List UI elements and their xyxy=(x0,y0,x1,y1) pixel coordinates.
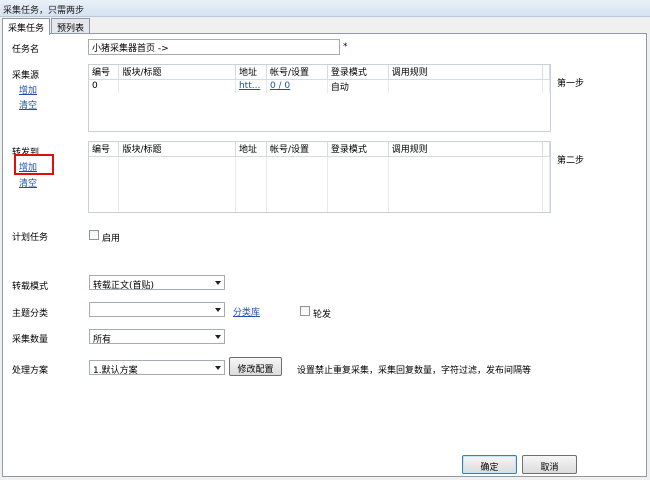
source-clear-link[interactable]: 清空 xyxy=(19,98,37,111)
schedule-enable-label: 启用 xyxy=(102,234,121,244)
chevron-down-icon xyxy=(215,335,221,339)
window-title: 采集任务，只需两步 xyxy=(0,0,650,17)
rotate-post-label: 轮发 xyxy=(313,310,332,320)
schedule-label: 计划任务 xyxy=(12,233,49,243)
repost-mode-select[interactable]: 转载正文(首贴) xyxy=(89,275,225,291)
col-address: 地址 xyxy=(235,142,267,157)
row-board-title xyxy=(118,79,236,93)
task-name-label: 任务名 xyxy=(12,45,40,55)
repost-mode-value: 转载正文(首贴) xyxy=(93,281,155,291)
processing-description: 设置禁止重复采集，采集回复数量，字符过滤，发布间隔等 xyxy=(297,366,532,376)
col-account-settings: 帐号/设置 xyxy=(266,65,328,80)
col-filler xyxy=(542,65,550,80)
repost-add-link[interactable]: 增加 xyxy=(19,160,37,173)
repost-grid-header: 编号 版块/标题 地址 帐号/设置 登录模式 调用规则 xyxy=(89,142,550,157)
task-name-input[interactable] xyxy=(88,39,340,55)
col-account-settings: 帐号/设置 xyxy=(266,142,328,157)
col-address: 地址 xyxy=(235,65,267,80)
col-login-mode: 登录模式 xyxy=(327,142,389,157)
source-label: 采集源 xyxy=(12,71,40,81)
source-add-link[interactable]: 增加 xyxy=(19,83,37,96)
step-one-label: 第一步 xyxy=(557,79,585,89)
col-board-title: 版块/标题 xyxy=(118,65,236,80)
rotate-post-checkbox[interactable] xyxy=(300,306,310,316)
tab-pre-list[interactable]: 预列表 xyxy=(51,18,91,34)
row-id: 0 xyxy=(89,79,120,93)
modify-config-button[interactable]: 修改配置 xyxy=(229,357,282,376)
topic-category-label: 主题分类 xyxy=(12,309,49,319)
col-id: 编号 xyxy=(89,142,120,157)
repost-mode-label: 转载模式 xyxy=(12,282,49,292)
source-grid: 编号 版块/标题 地址 帐号/设置 登录模式 调用规则 0 htt... 0 /… xyxy=(88,64,551,132)
source-grid-header: 编号 版块/标题 地址 帐号/设置 登录模式 调用规则 xyxy=(89,65,550,80)
category-library-link[interactable]: 分类库 xyxy=(233,305,260,318)
processing-label: 处理方案 xyxy=(12,366,49,376)
col-filler xyxy=(542,142,550,157)
tab-bar: 采集任务 预列表 xyxy=(2,18,91,35)
col-board-title: 版块/标题 xyxy=(118,142,236,157)
repost-clear-link[interactable]: 清空 xyxy=(19,176,37,189)
collect-count-select[interactable]: 所有 xyxy=(89,329,225,345)
collect-count-label: 采集数量 xyxy=(12,335,49,345)
chevron-down-icon xyxy=(215,308,221,312)
col-call-rule: 调用规则 xyxy=(388,142,544,157)
task-panel: 任务名 * 采集源 增加 清空 编号 版块/标题 地址 帐号/设置 登录模式 调… xyxy=(2,33,647,477)
collect-count-value: 所有 xyxy=(93,335,112,345)
processing-value: 1.默认方案 xyxy=(93,366,138,376)
step-two-label: 第二步 xyxy=(557,156,585,166)
col-login-mode: 登录模式 xyxy=(327,65,389,80)
schedule-enable-checkbox[interactable] xyxy=(89,230,99,240)
table-row[interactable]: 0 htt... 0 / 0 自动 xyxy=(89,79,550,93)
row-call-rule xyxy=(388,79,544,93)
col-call-rule: 调用规则 xyxy=(388,65,544,80)
row-address-link[interactable]: htt... xyxy=(235,79,267,93)
row-login-mode: 自动 xyxy=(327,79,389,93)
chevron-down-icon xyxy=(215,281,221,285)
ok-button[interactable]: 确定 xyxy=(462,455,517,474)
col-id: 编号 xyxy=(89,65,120,80)
cancel-button[interactable]: 取消 xyxy=(522,455,577,474)
repost-grid: 编号 版块/标题 地址 帐号/设置 登录模式 调用规则 xyxy=(88,141,551,213)
tab-collect-task[interactable]: 采集任务 xyxy=(2,18,51,35)
required-mark: * xyxy=(343,42,348,52)
row-account-link[interactable]: 0 / 0 xyxy=(266,79,328,93)
topic-category-select[interactable] xyxy=(89,302,225,317)
processing-select[interactable]: 1.默认方案 xyxy=(89,360,225,376)
chevron-down-icon xyxy=(215,366,221,370)
